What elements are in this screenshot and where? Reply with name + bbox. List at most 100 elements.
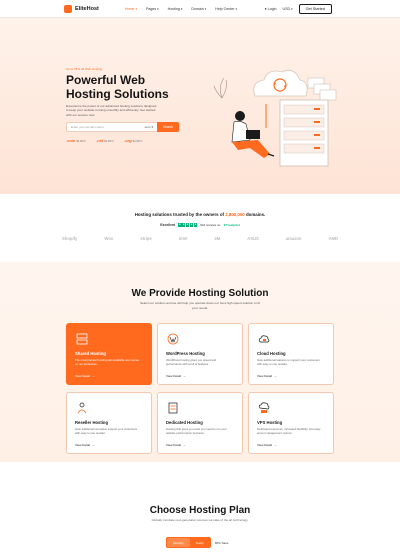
brand-logo: Shopify — [62, 236, 78, 241]
plant-icon — [213, 77, 227, 99]
arrow-right-icon: → — [182, 443, 186, 447]
toggle-yearly[interactable]: Yearly — [190, 538, 210, 547]
link-label: View Detail — [75, 443, 90, 447]
brand-logo: amazon — [285, 236, 302, 241]
star-icon: ★ — [182, 223, 186, 227]
service-card-vps[interactable]: VPS Hosting Dedicated resources, increas… — [248, 392, 334, 454]
chevron-down-icon: ▾ — [135, 6, 137, 11]
card-description: Gain additional innovative support your … — [75, 427, 138, 435]
arrow-right-icon: → — [91, 443, 95, 447]
service-card-dedicated[interactable]: Dedicated Hosting Hosting that gives you… — [157, 392, 243, 454]
card-title: Dedicated Hosting — [166, 420, 203, 425]
chevron-down-icon: ▾ — [204, 6, 207, 11]
hero-title-line2: Hosting Solutions — [66, 87, 169, 101]
card-title: Cloud Hosting — [257, 351, 286, 356]
hero-illustration — [213, 69, 337, 167]
brand-logo: 3M — [214, 236, 221, 241]
star-icon: ★ — [193, 223, 198, 227]
tld-net: .net $4.99/Yr — [96, 138, 114, 143]
card-title: Shared Hosting — [75, 351, 106, 356]
view-detail-link[interactable]: View Detail → — [257, 443, 277, 447]
currency-label: USD — [282, 6, 291, 11]
arrow-right-icon: → — [91, 374, 95, 378]
nav-pages[interactable]: Pages ▾ — [146, 7, 159, 11]
nav-help-center[interactable]: Help Center ▾ — [215, 7, 237, 11]
logo[interactable]: EliteHost — [64, 4, 99, 13]
card-description: Gain additional features to support your… — [257, 358, 320, 366]
currency-select[interactable]: USD ▾ — [282, 7, 292, 11]
star-rating: ★ ★ ★ ★ ★ — [178, 223, 198, 227]
nav-label: Domain — [191, 6, 204, 11]
service-card-wordpress[interactable]: WordPress Hosting WordPress hosting give… — [157, 323, 243, 385]
nav-label: Hosting — [167, 6, 180, 11]
view-detail-link[interactable]: View Detail → — [166, 374, 186, 378]
link-label: View Detail — [257, 374, 272, 378]
view-detail-link[interactable]: View Detail → — [75, 443, 95, 447]
browser-windows-icon — [307, 77, 337, 101]
main-nav: Home ▾ Pages ▾ Hosting ▾ Domain ▾ Help Cente… — [125, 7, 237, 11]
star-icon: ★ — [178, 223, 182, 227]
view-detail-link[interactable]: View Detail → — [166, 443, 186, 447]
brand-logo: AMD — [328, 236, 338, 241]
tld-price: $4.99/Yr — [104, 140, 115, 143]
service-card-shared[interactable]: Shared Hosting The most popular hosting … — [66, 323, 152, 385]
trustpilot-link[interactable]: ★Trustpilot — [223, 223, 239, 227]
reviews-count: 904 reviews on — [200, 223, 221, 227]
nav-home[interactable]: Home ▾ — [125, 7, 137, 11]
nav-label: Home — [124, 6, 135, 11]
chevron-down-icon: ▾ — [291, 6, 293, 11]
nav-label: Pages — [145, 6, 157, 11]
hero-section: Up to 75% off Web Hosting Powerful Web H… — [0, 18, 400, 194]
card-description: The most popular hosting plan available … — [75, 358, 139, 366]
tld-select[interactable]: .com ▾ — [144, 125, 153, 129]
domain-search: Enter your domain name .com ▾ Search — [66, 122, 180, 132]
header-actions: ● Login USD ▾ Get Started — [265, 3, 332, 14]
card-description: WordPress hosting gives you speed and pe… — [166, 358, 217, 366]
domain-search-button[interactable]: Search — [157, 122, 179, 132]
site-header: EliteHost Home ▾ Pages ▾ Hosting ▾ Domain ▾ … — [0, 0, 400, 18]
trustpilot-rating: Excellent ★ ★ ★ ★ ★ 904 reviews on ★Trus… — [0, 223, 400, 227]
link-label: View Detail — [166, 443, 181, 447]
person-with-laptop-icon — [231, 104, 275, 158]
star-icon: ★ — [189, 223, 194, 227]
shared-hosting-icon — [76, 333, 88, 345]
services-title: We Provide Hosting Solution — [131, 288, 269, 299]
card-title: WordPress Hosting — [166, 351, 205, 356]
get-started-button[interactable]: Get Started — [298, 3, 332, 14]
service-card-reseller[interactable]: Reseller Hosting Gain additional innovat… — [66, 392, 152, 454]
services-subtitle: Select our solution and we will help you… — [140, 301, 260, 310]
login-link[interactable]: ● Login — [265, 7, 277, 11]
wordpress-icon — [167, 333, 179, 345]
nav-hosting[interactable]: Hosting ▾ — [168, 7, 183, 11]
nav-domain[interactable]: Domain ▾ — [191, 7, 206, 11]
hero-description: Experience the power of our advanced hos… — [66, 104, 157, 117]
brand-logo: stripe — [140, 236, 152, 241]
cloud-hosting-icon — [258, 335, 270, 343]
tld-name: .net — [96, 138, 104, 143]
trusted-prefix: Hosting solutions trusted by the owners … — [134, 212, 224, 217]
page: EliteHost Home ▾ Pages ▾ Hosting ▾ Domain ▾ … — [0, 0, 400, 556]
view-detail-link[interactable]: View Detail → — [75, 374, 95, 378]
rating-label: Excellent — [160, 223, 176, 227]
brand-logo: Woo — [104, 236, 114, 241]
domain-input[interactable]: Enter your domain name — [67, 125, 144, 129]
service-card-cloud[interactable]: Cloud Hosting Gain additional features t… — [248, 323, 334, 385]
brand-logos: Shopify Woo stripe intel 3M ASUS amazon … — [62, 236, 338, 241]
arrow-right-icon: → — [273, 443, 277, 447]
tld-org: .org $3.99/Yr — [124, 138, 142, 143]
arrow-right-icon: → — [273, 374, 277, 378]
chevron-down-icon: ▾ — [235, 6, 237, 11]
link-label: View Detail — [166, 374, 181, 378]
tld-label: .com — [143, 125, 151, 129]
tld-name: .com — [66, 138, 76, 143]
toggle-monthly[interactable]: Monthly — [167, 538, 190, 547]
vps-hosting-icon — [258, 402, 270, 413]
brand-logo: intel — [178, 236, 188, 241]
hero-title-line1: Powerful Web — [66, 73, 146, 87]
card-title: Reseller Hosting — [75, 420, 109, 425]
login-label: Login — [267, 6, 277, 11]
card-description: Hosting that gives you tools you need to… — [166, 427, 227, 435]
view-detail-link[interactable]: View Detail → — [257, 374, 277, 378]
star-icon: ★ — [185, 223, 190, 227]
link-label: View Detail — [75, 374, 90, 378]
